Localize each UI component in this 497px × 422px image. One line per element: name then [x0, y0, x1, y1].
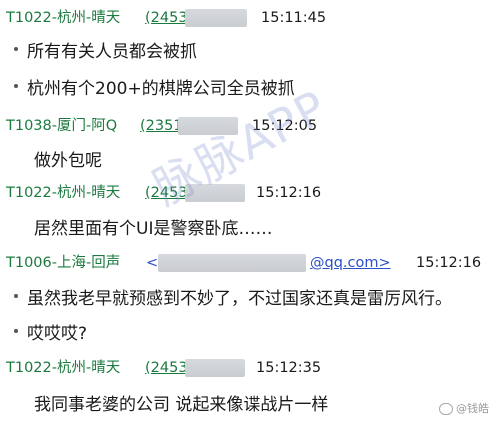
message-line: 虽然我老早就预感到不妙了，不过国家还真是雷厉风行。 — [14, 288, 452, 310]
qq-number[interactable]: (2351 — [140, 116, 183, 136]
redaction-mask — [158, 254, 306, 272]
bullet-icon — [14, 294, 18, 298]
weibo-icon — [439, 403, 453, 415]
message-line: 做外包呢 — [34, 150, 102, 172]
message-line: 我同事老婆的公司 说起来像谍战片一样 — [34, 394, 328, 416]
bullet-icon — [14, 329, 18, 333]
bullet-icon — [14, 47, 18, 51]
redaction-mask — [185, 9, 247, 27]
message-line: 居然里面有个UI是警察卧底…… — [34, 218, 272, 240]
qq-number[interactable]: (2453 — [145, 358, 188, 378]
message-time: 15:12:16 — [256, 185, 322, 201]
email-open-bracket: < — [146, 255, 159, 271]
message-text: 所有有关人员都会被抓 — [27, 42, 197, 62]
sender-name[interactable]: T1022-杭州-晴天 — [6, 183, 120, 203]
bullet-icon — [14, 84, 18, 88]
sender-name[interactable]: T1022-杭州-晴天 — [6, 358, 120, 378]
message-text: 哎哎哎? — [27, 324, 88, 344]
redaction-mask — [185, 359, 245, 377]
message-time: 15:12:16 — [416, 255, 482, 271]
message-text: 杭州有个200+的棋牌公司全员被抓 — [27, 79, 295, 99]
sender-name[interactable]: T1038-厦门-阿Q — [6, 116, 117, 136]
chat-transcript: T1022-杭州-晴天 (2453 15:11:45 所有有关人员都会被抓 杭州… — [0, 0, 497, 422]
message-text: 我同事老婆的公司 说起来像谍战片一样 — [34, 395, 329, 415]
weibo-credit-text: @钱皓 — [456, 402, 489, 415]
message-text: 居然里面有个UI是警察卧底…… — [34, 219, 273, 239]
message-line: 哎哎哎? — [14, 323, 87, 345]
message-line: 所有有关人员都会被抓 — [14, 41, 197, 63]
message-text: 做外包呢 — [34, 151, 102, 171]
email-address[interactable]: @qq.com> — [310, 253, 391, 273]
message-text: 虽然我老早就预感到不妙了，不过国家还真是雷厉风行。 — [27, 289, 452, 309]
message-time: 15:12:35 — [256, 360, 322, 376]
sender-name[interactable]: T1006-上海-回声 — [6, 253, 120, 273]
sender-name[interactable]: T1022-杭州-晴天 — [6, 8, 120, 28]
weibo-credit: @钱皓 — [439, 400, 489, 416]
qq-number[interactable]: (2453 — [145, 8, 188, 28]
message-line: 杭州有个200+的棋牌公司全员被抓 — [14, 78, 295, 100]
message-time: 15:11:45 — [261, 10, 327, 26]
